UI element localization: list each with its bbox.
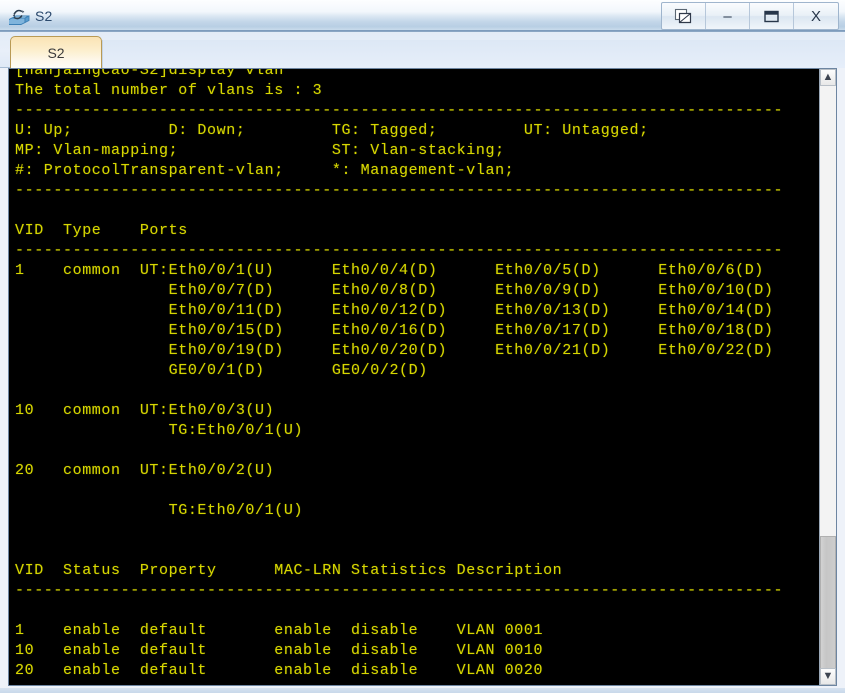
switch-device-icon [9,6,31,26]
terminal-line: 1 enable default enable disable VLAN 000… [15,622,544,639]
tab-list: S2 [10,36,102,68]
cli-window: S2 – X S2 [hanjaingcao-S2]display vlan T… [0,0,845,693]
terminal-output[interactable]: [hanjaingcao-S2]display vlan The total nu… [9,69,819,685]
restore-windows-icon [674,8,692,24]
terminal-scrollbar[interactable]: ▲ ▼ [819,69,836,685]
scroll-down-button[interactable]: ▼ [820,668,836,685]
window-title: S2 [35,7,53,24]
restore-windows-button[interactable] [662,3,706,29]
window-controls: – X [661,2,839,30]
terminal-line: Eth0/0/19(D) Eth0/0/20(D) Eth0/0/21(D) E… [15,342,774,359]
maximize-button[interactable] [750,3,794,29]
tab-s2[interactable]: S2 [10,36,102,68]
terminal-text: [hanjaingcao-S2]display vlan The total nu… [15,69,783,681]
terminal-line: 10 enable default enable disable VLAN 00… [15,642,544,659]
terminal-line: [hanjaingcao-S2]display vlan [15,69,284,79]
maximize-icon [764,10,779,22]
terminal-line: The total number of vlans is : 3 [15,82,323,99]
terminal-line: 20 enable default enable disable VLAN 00… [15,662,544,679]
window-bottom-edge [0,688,845,693]
terminal-line: ----------------------------------------… [15,242,784,259]
terminal-line: #: ProtocolTransparent-vlan; *: Manageme… [15,162,515,179]
minimize-icon: – [723,7,732,25]
terminal-line: VID Status Property MAC-LRN Statistics D… [15,562,563,579]
minimize-button[interactable]: – [706,3,750,29]
chevron-down-icon: ▼ [822,670,834,682]
terminal-line: 1 common UT:Eth0/0/1(U) Eth0/0/4(D) Eth0… [15,262,764,279]
tab-strip-empty-area [102,40,845,68]
tab-label: S2 [47,44,65,61]
terminal-line: Eth0/0/7(D) Eth0/0/8(D) Eth0/0/9(D) Eth0… [15,282,774,299]
terminal-line: Eth0/0/11(D) Eth0/0/12(D) Eth0/0/13(D) E… [15,302,774,319]
terminal-line: MP: Vlan-mapping; ST: Vlan-stacking; [15,142,505,159]
terminal-line: ----------------------------------------… [15,182,784,199]
terminal-line: VID Type Ports [15,222,188,239]
close-button[interactable]: X [794,3,838,29]
tab-strip: S2 [0,32,845,68]
terminal-line: TG:Eth0/0/1(U) [15,422,304,439]
terminal-line: ----------------------------------------… [15,582,784,599]
terminal-line: TG:Eth0/0/1(U) [15,502,304,519]
terminal-frame: [hanjaingcao-S2]display vlan The total nu… [8,68,837,686]
scrollbar-track[interactable] [820,86,836,685]
terminal-line: ----------------------------------------… [15,102,784,119]
chevron-up-icon: ▲ [822,71,834,83]
title-bar: S2 – X [0,0,845,32]
terminal-line: 10 common UT:Eth0/0/3(U) [15,402,275,419]
scroll-up-button[interactable]: ▲ [820,69,836,86]
terminal-line: 20 common UT:Eth0/0/2(U) [15,462,275,479]
terminal-line: Eth0/0/15(D) Eth0/0/16(D) Eth0/0/17(D) E… [15,322,774,339]
terminal-line: U: Up; D: Down; TG: Tagged; UT: Untagged… [15,122,649,139]
scrollbar-thumb[interactable] [820,536,836,685]
close-icon: X [810,7,821,25]
terminal-line: GE0/0/1(D) GE0/0/2(D) [15,362,428,379]
